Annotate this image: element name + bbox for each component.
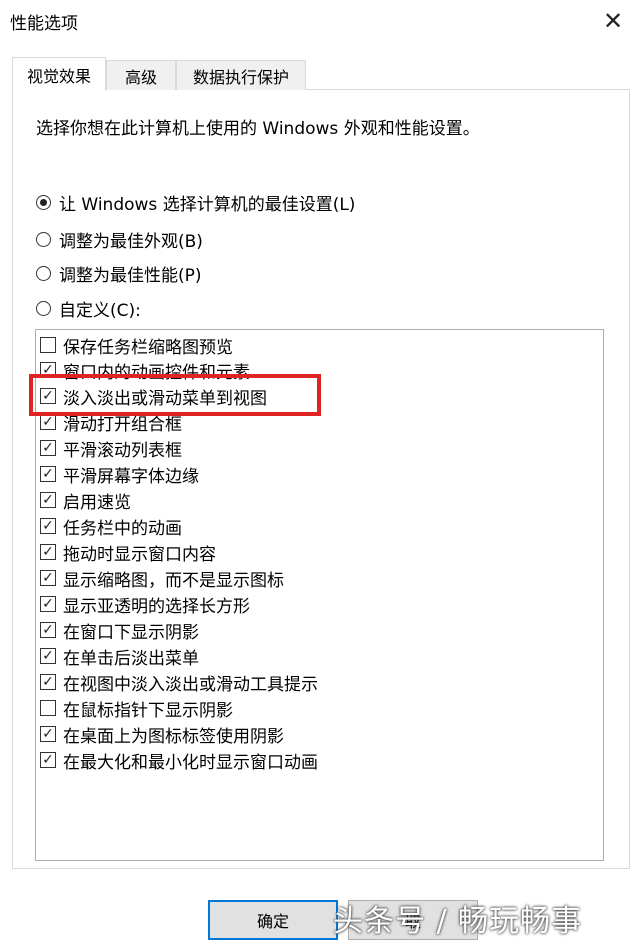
effect-label: 在视图中淡入淡出或滑动工具提示 — [63, 674, 318, 695]
effect-item[interactable]: ✓ 在单击后淡出菜单 — [40, 644, 199, 669]
effect-item[interactable]: ✓ 平滑屏幕字体边缘 — [40, 462, 199, 487]
effect-label: 拖动时显示窗口内容 — [63, 544, 216, 565]
effect-item[interactable]: 在鼠标指针下显示阴影 — [40, 696, 233, 721]
radio-label: 调整为最佳外观(B) — [59, 232, 203, 252]
tab-visual-effects[interactable]: 视觉效果 — [12, 57, 106, 91]
radio-best-performance[interactable]: 调整为最佳性能(P) — [36, 261, 202, 286]
checkbox[interactable]: ✓ — [40, 414, 56, 430]
checkbox[interactable]: ✓ — [40, 466, 56, 482]
effect-item[interactable]: 保存任务栏缩略图预览 — [40, 333, 233, 358]
tab-bar: 视觉效果 高级 数据执行保护 — [12, 57, 632, 91]
checkbox[interactable]: ✓ — [40, 674, 56, 690]
effect-item[interactable]: ✓ 在桌面上为图标标签使用阴影 — [40, 722, 284, 747]
checkbox[interactable]: ✓ — [40, 622, 56, 638]
effect-item[interactable]: ✓ 在最大化和最小化时显示窗口动画 — [40, 748, 318, 773]
effect-item[interactable]: ✓ 显示缩略图，而不是显示图标 — [40, 566, 284, 591]
effect-item[interactable]: ✓ 在视图中淡入淡出或滑动工具提示 — [40, 670, 318, 695]
radio-label: 自定义(C): — [59, 301, 141, 321]
window-title: 性能选项 — [10, 14, 78, 34]
tab-dep[interactable]: 数据执行保护 — [176, 60, 306, 90]
effect-item[interactable]: ✓ 任务栏中的动画 — [40, 514, 182, 539]
effect-label: 平滑屏幕字体边缘 — [63, 466, 199, 487]
checkbox[interactable]: ✓ — [40, 596, 56, 612]
effect-label: 平滑滚动列表框 — [63, 440, 182, 461]
checkbox[interactable] — [40, 337, 56, 353]
radio-let-windows-choose[interactable]: 让 Windows 选择计算机的最佳设置(L) — [36, 190, 355, 215]
checkbox[interactable]: ✓ — [40, 752, 56, 768]
radio-label: 让 Windows 选择计算机的最佳设置(L) — [59, 195, 356, 215]
effect-label: 保存任务栏缩略图预览 — [63, 337, 233, 358]
effect-item[interactable]: ✓ 启用速览 — [40, 488, 131, 513]
effect-label: 在桌面上为图标标签使用阴影 — [63, 726, 284, 747]
checkbox[interactable]: ✓ — [40, 518, 56, 534]
radio-label: 调整为最佳性能(P) — [59, 266, 202, 286]
effect-label: 在窗口下显示阴影 — [63, 622, 199, 643]
effect-label: 在最大化和最小化时显示窗口动画 — [63, 752, 318, 773]
effect-label: 在单击后淡出菜单 — [63, 648, 199, 669]
effect-label: 启用速览 — [63, 492, 131, 513]
radio-button[interactable] — [36, 232, 51, 247]
effect-label: 显示亚透明的选择长方形 — [63, 596, 250, 617]
effect-label: 显示缩略图，而不是显示图标 — [63, 570, 284, 591]
checkbox[interactable]: ✓ — [40, 492, 56, 508]
highlight-annotation — [29, 374, 321, 416]
checkbox[interactable]: ✓ — [40, 440, 56, 456]
effect-label: 任务栏中的动画 — [63, 518, 182, 539]
radio-button[interactable] — [36, 195, 51, 210]
ok-button[interactable]: 确定 — [208, 900, 338, 940]
checkbox[interactable] — [40, 700, 56, 716]
tab-advanced[interactable]: 高级 — [106, 60, 176, 90]
description-text: 选择你想在此计算机上使用的 Windows 外观和性能设置。 — [36, 119, 480, 139]
effect-item[interactable]: ✓ 平滑滚动列表框 — [40, 436, 182, 461]
radio-button[interactable] — [36, 266, 51, 281]
effect-label: 在鼠标指针下显示阴影 — [63, 700, 233, 721]
radio-button[interactable] — [36, 301, 51, 316]
radio-custom[interactable]: 自定义(C): — [36, 296, 141, 321]
checkbox[interactable]: ✓ — [40, 648, 56, 664]
checkbox[interactable]: ✓ — [40, 544, 56, 560]
effect-item[interactable]: ✓ 显示亚透明的选择长方形 — [40, 592, 250, 617]
checkbox[interactable]: ✓ — [40, 570, 56, 586]
effect-item[interactable]: ✓ 在窗口下显示阴影 — [40, 618, 199, 643]
watermark: 头条号 / 畅玩畅事 — [333, 904, 583, 939]
radio-best-appearance[interactable]: 调整为最佳外观(B) — [36, 227, 203, 252]
effect-item[interactable]: ✓ 拖动时显示窗口内容 — [40, 540, 216, 565]
close-icon[interactable]: ✕ — [596, 6, 630, 36]
checkbox[interactable]: ✓ — [40, 726, 56, 742]
